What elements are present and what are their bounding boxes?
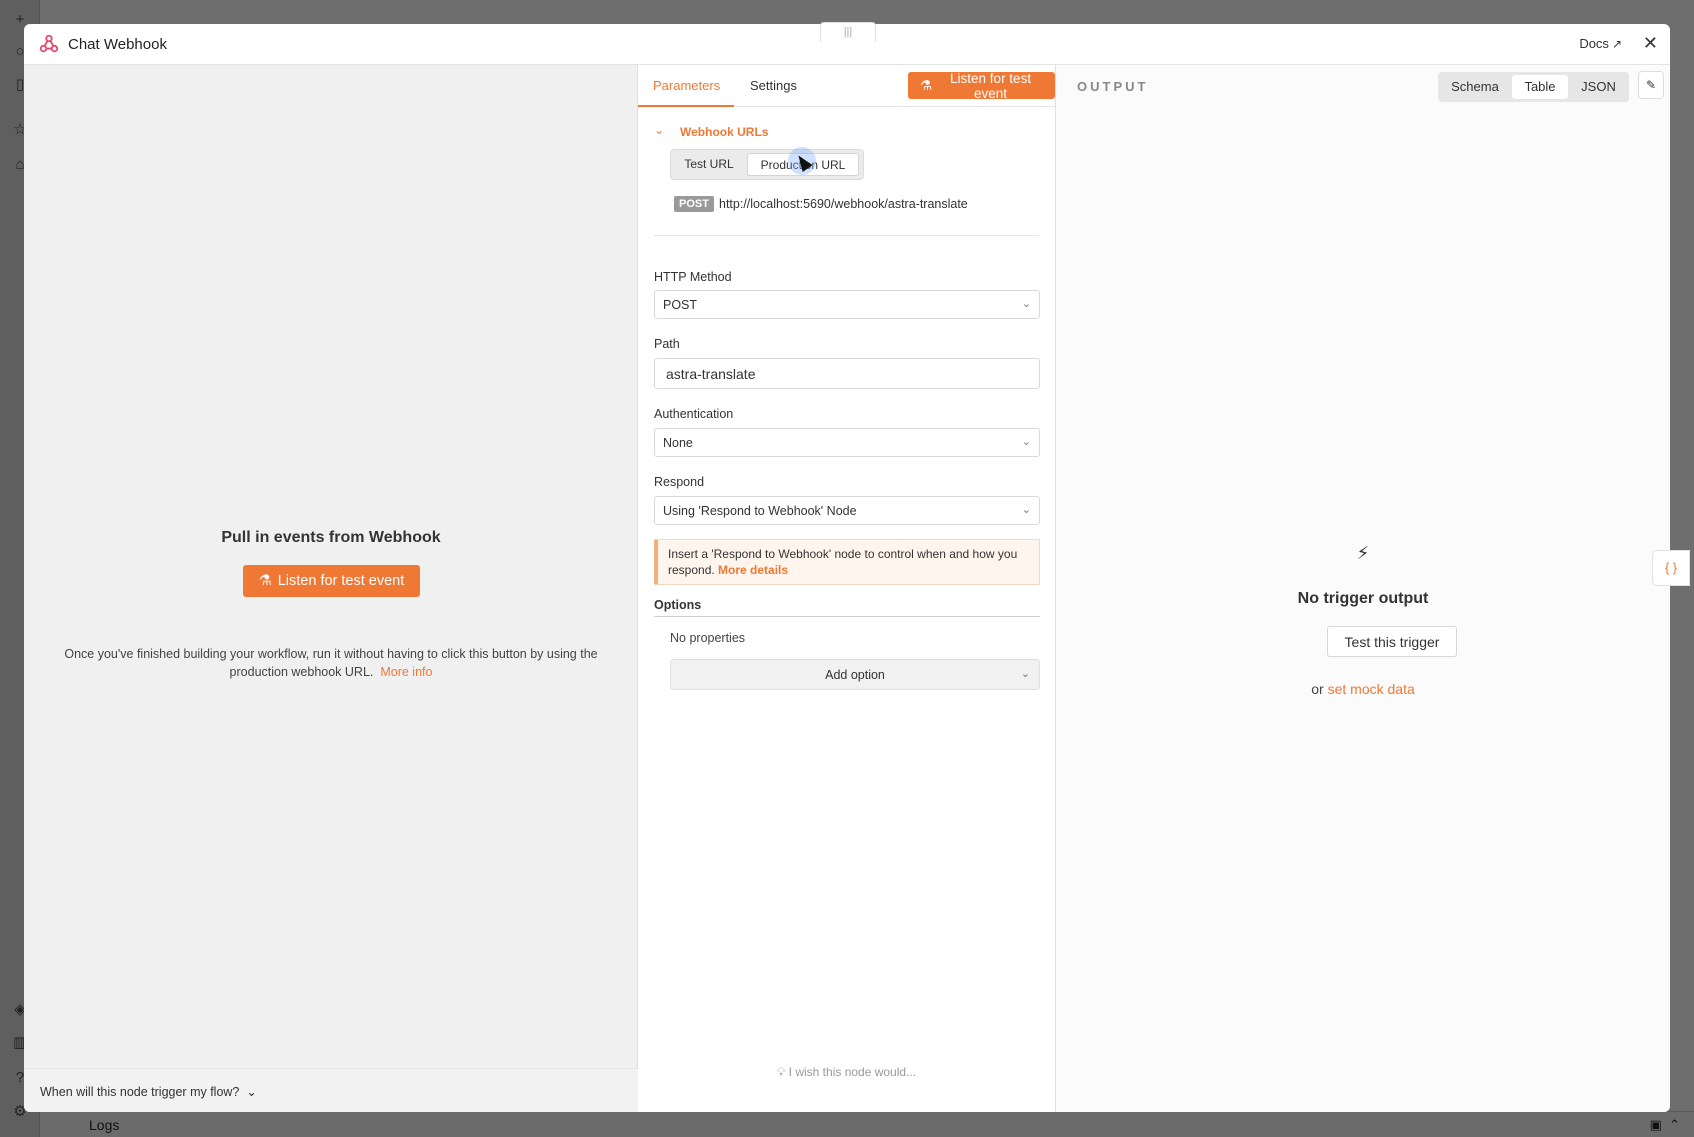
view-table[interactable]: Table bbox=[1512, 75, 1568, 99]
feedback-label: I wish this node would... bbox=[788, 1065, 917, 1079]
tab-parameters[interactable]: Parameters bbox=[653, 78, 720, 93]
respond-notice: Insert a 'Respond to Webhook' node to co… bbox=[654, 539, 1040, 585]
listen-test-event-button-top[interactable]: ⚗ Listen for test event bbox=[908, 70, 1055, 101]
output-view-toggle: Schema Table JSON bbox=[1438, 72, 1629, 102]
trigger-question-label: When will this node trigger my flow? bbox=[40, 1085, 240, 1099]
respond-select[interactable]: Using 'Respond to Webhook' Node ⌄ bbox=[654, 496, 1040, 525]
listen-label: Listen for test event bbox=[277, 573, 405, 589]
trigger-question-toggle[interactable]: When will this node trigger my flow? ⌄ bbox=[40, 1084, 257, 1099]
no-trigger-output-title: No trigger output bbox=[1297, 590, 1429, 607]
bolt-icon: ⚡︎ bbox=[1356, 543, 1370, 563]
divider bbox=[654, 235, 1039, 236]
braces-icon[interactable]: { } bbox=[1652, 550, 1690, 586]
trigger-footer: When will this node trigger my flow? ⌄ bbox=[24, 1068, 638, 1112]
options-label: Options bbox=[654, 598, 702, 612]
modal-title: Chat Webhook bbox=[68, 36, 167, 53]
path-label: Path bbox=[654, 337, 680, 351]
node-modal: Chat Webhook Docs ↗ ✕ Pull in events from… bbox=[24, 24, 1670, 1112]
set-mock-data-link[interactable]: set mock data bbox=[1328, 681, 1415, 697]
logs-controls-icon[interactable]: ▣ ⌃ bbox=[1650, 1117, 1680, 1133]
authentication-label: Authentication bbox=[654, 407, 734, 421]
more-info-link[interactable]: More info bbox=[380, 665, 432, 679]
webhook-icon bbox=[39, 34, 59, 53]
pencil-icon: ✎ bbox=[1645, 78, 1657, 92]
output-panel: OUTPUT Schema Table JSON ✎ ⚡︎ No trigger… bbox=[1056, 65, 1670, 1112]
chevron-down-icon: ⌄ bbox=[242, 1085, 257, 1099]
mock-data-line: or set mock data bbox=[1056, 681, 1670, 697]
chevron-down-icon: ⌄ bbox=[1021, 504, 1031, 516]
pull-events-heading: Pull in events from Webhook bbox=[221, 529, 441, 546]
http-method-select[interactable]: POST ⌄ bbox=[654, 290, 1040, 319]
active-tab-indicator bbox=[638, 105, 734, 107]
path-input[interactable]: astra-translate bbox=[654, 358, 1040, 389]
http-method-label: HTTP Method bbox=[654, 270, 732, 284]
chevron-down-icon[interactable]: ⌄ bbox=[654, 123, 664, 137]
authentication-select[interactable]: None ⌄ bbox=[654, 428, 1040, 457]
input-panel: Pull in events from Webhook ⚗ Listen for… bbox=[24, 65, 638, 1112]
more-details-link[interactable]: More details bbox=[718, 563, 788, 577]
logs-label: Logs bbox=[89, 1117, 120, 1133]
drag-handle-icon[interactable]: ||| bbox=[820, 22, 876, 42]
feedback-link[interactable]: 💡︎ I wish this node would... bbox=[638, 1065, 1055, 1080]
method-badge: POST bbox=[674, 196, 714, 212]
chevron-down-icon: ⌄ bbox=[1021, 436, 1031, 448]
divider bbox=[654, 616, 1040, 617]
tab-settings[interactable]: Settings bbox=[750, 78, 797, 93]
no-properties-text: No properties bbox=[670, 631, 746, 645]
external-link-icon: ↗ bbox=[1611, 37, 1622, 51]
path-value: astra-translate bbox=[666, 366, 756, 382]
url-type-toggle: Test URL Production URL bbox=[670, 149, 864, 180]
docs-label: Docs bbox=[1579, 36, 1609, 51]
output-label: OUTPUT bbox=[1077, 79, 1149, 94]
chevron-down-icon: ⌄ bbox=[1020, 668, 1030, 680]
listen-label: Listen for test event bbox=[950, 70, 1032, 101]
webhook-urls-title[interactable]: Webhook URLs bbox=[680, 125, 768, 139]
test-url-option[interactable]: Test URL bbox=[674, 153, 744, 176]
respond-label: Respond bbox=[654, 475, 705, 489]
chevron-down-icon: ⌄ bbox=[1021, 298, 1031, 310]
flask-icon: ⚗ bbox=[258, 573, 272, 589]
respond-value: Using 'Respond to Webhook' Node bbox=[663, 504, 857, 518]
docs-link[interactable]: Docs ↗ bbox=[1579, 36, 1622, 51]
logs-bar[interactable]: Logs ▣ ⌃ bbox=[40, 1111, 1694, 1137]
view-schema[interactable]: Schema bbox=[1441, 75, 1509, 99]
panel-tabs: Parameters Settings ⚗ Listen for test ev… bbox=[638, 65, 1055, 107]
description-text: Once you've finished building your workf… bbox=[64, 647, 598, 679]
view-json[interactable]: JSON bbox=[1571, 75, 1626, 99]
add-option-select[interactable]: Add option ⌄ bbox=[670, 659, 1040, 690]
authentication-value: None bbox=[663, 436, 693, 450]
flask-icon: ⚗ bbox=[920, 77, 933, 93]
listen-test-event-button[interactable]: ⚗ Listen for test event bbox=[243, 565, 420, 597]
test-trigger-button[interactable]: Test this trigger bbox=[1327, 626, 1457, 657]
add-option-label: Add option bbox=[825, 668, 885, 682]
production-url-description: Once you've finished building your workf… bbox=[48, 645, 614, 681]
parameters-panel: Parameters Settings ⚗ Listen for test ev… bbox=[638, 65, 1056, 1112]
webhook-url[interactable]: http://localhost:5690/webhook/astra-tran… bbox=[719, 197, 968, 211]
or-text: or bbox=[1311, 681, 1324, 697]
http-method-value: POST bbox=[663, 298, 698, 312]
lightbulb-icon: 💡︎ bbox=[776, 1065, 786, 1079]
close-button[interactable]: ✕ bbox=[1643, 33, 1658, 54]
edit-output-button[interactable]: ✎ bbox=[1638, 71, 1664, 99]
